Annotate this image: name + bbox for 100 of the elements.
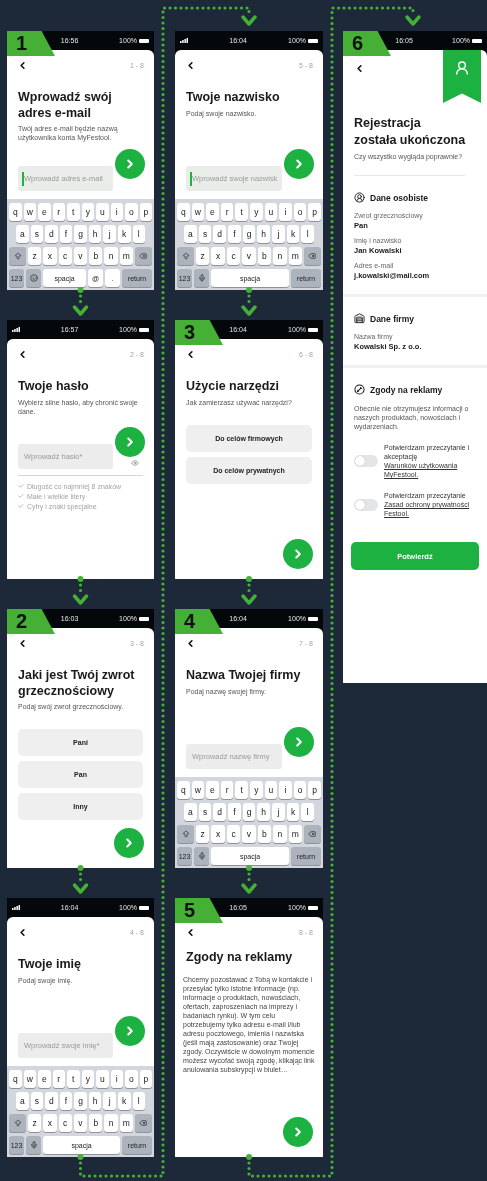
keyboard-key[interactable]: v	[242, 825, 256, 843]
keyboard-key[interactable]: m	[119, 247, 133, 265]
keyboard-key[interactable]: x	[43, 247, 57, 265]
keyboard-key[interactable]: f	[59, 1092, 73, 1110]
keyboard-key[interactable]: k	[286, 225, 300, 243]
next-button[interactable]	[284, 727, 314, 757]
keyboard-key[interactable]: v	[242, 247, 256, 265]
keyboard-key[interactable]: r	[52, 203, 65, 221]
microphone-key[interactable]	[194, 269, 209, 287]
shift-key[interactable]	[177, 825, 194, 843]
keyboard-key[interactable]: d	[45, 225, 58, 243]
keyboard-key[interactable]: l	[132, 1092, 146, 1110]
keyboard-key[interactable]: k	[117, 225, 131, 243]
keyboard-key[interactable]: f	[59, 225, 73, 243]
backspace-key[interactable]	[303, 825, 321, 843]
keyboard-key[interactable]: u	[264, 781, 278, 799]
keyboard-key[interactable]: r	[52, 1070, 65, 1088]
keyboard-key[interactable]: s	[198, 225, 212, 243]
shift-key[interactable]	[9, 1114, 26, 1132]
keyboard-key[interactable]: p	[139, 1070, 152, 1088]
keyboard-key[interactable]: t	[235, 203, 248, 221]
backspace-key[interactable]	[134, 1114, 152, 1132]
keyboard-key[interactable]: c	[58, 1114, 72, 1132]
keyboard-key[interactable]: h	[257, 803, 271, 821]
keyboard-key[interactable]: b	[257, 247, 272, 265]
back-icon[interactable]	[17, 927, 28, 938]
emoji-key[interactable]	[26, 269, 41, 287]
keyboard-key[interactable]: k	[286, 803, 300, 821]
keyboard-key[interactable]: g	[74, 1092, 87, 1110]
keyboard-key[interactable]: w	[23, 1070, 36, 1088]
keyboard-key[interactable]: n	[273, 825, 287, 843]
keyboard-key[interactable]: s	[30, 225, 44, 243]
keyboard-key[interactable]: h	[88, 225, 102, 243]
backspace-key[interactable]	[303, 247, 321, 265]
keyboard-key[interactable]: c	[226, 825, 241, 843]
keyboard-key[interactable]: e	[38, 1070, 51, 1088]
keyboard-key[interactable]: y	[81, 1070, 94, 1088]
keyboard-key[interactable]: o	[125, 203, 138, 221]
shift-key[interactable]	[9, 247, 26, 265]
keyboard-key[interactable]: i	[110, 203, 123, 221]
microphone-key[interactable]	[194, 847, 209, 865]
keyboard-key[interactable]: x	[43, 1114, 57, 1132]
back-icon[interactable]	[354, 63, 365, 74]
keyboard-key[interactable]: d	[213, 225, 226, 243]
keyboard-key[interactable]: z	[28, 1114, 42, 1132]
keyboard-key[interactable]: l	[301, 225, 315, 243]
eye-icon[interactable]	[131, 458, 139, 467]
keyboard-key[interactable]: y	[249, 781, 263, 799]
next-button[interactable]	[115, 149, 145, 179]
keyboard-key[interactable]: h	[257, 225, 271, 243]
keyboard-key[interactable]: j	[272, 225, 285, 243]
keyboard-key[interactable]: g	[74, 225, 87, 243]
keyboard-key[interactable]: z	[196, 247, 210, 265]
keyboard-key[interactable]: a	[16, 1092, 29, 1110]
keyboard-key[interactable]: i	[110, 1070, 123, 1088]
keyboard-key[interactable]: z	[28, 247, 42, 265]
keyboard-key[interactable]: t	[235, 781, 248, 799]
keyboard-key[interactable]: p	[308, 781, 321, 799]
keyboard-key[interactable]: d	[45, 1092, 58, 1110]
keyboard-key[interactable]: f	[228, 225, 241, 243]
keyboard-key[interactable]: k	[117, 1092, 131, 1110]
keyboard-key[interactable]: d	[213, 803, 226, 821]
keyboard-key[interactable]: i	[279, 203, 292, 221]
next-button[interactable]	[284, 149, 314, 179]
keyboard-key[interactable]: e	[206, 203, 219, 221]
keyboard-key[interactable]: i	[279, 781, 292, 799]
keyboard-key[interactable]: j	[272, 803, 285, 821]
keyboard-key[interactable]: o	[293, 781, 307, 799]
microphone-key[interactable]	[26, 1136, 41, 1154]
keyboard-key[interactable]: x	[211, 247, 225, 265]
shift-key[interactable]	[177, 247, 194, 265]
keyboard-key[interactable]: c	[226, 247, 241, 265]
keyboard-key[interactable]: m	[288, 247, 302, 265]
back-icon[interactable]	[185, 927, 196, 938]
keyboard-key[interactable]: w	[23, 203, 36, 221]
back-icon[interactable]	[17, 60, 28, 71]
keyboard-key[interactable]: a	[184, 225, 197, 243]
keyboard-key[interactable]: a	[16, 225, 29, 243]
keyboard-key[interactable]: x	[211, 825, 225, 843]
keyboard-key[interactable]: q	[177, 781, 190, 799]
keyboard-key[interactable]: j	[103, 1092, 116, 1110]
next-button[interactable]	[283, 1117, 313, 1147]
next-button[interactable]	[115, 426, 145, 457]
keyboard-key[interactable]: l	[132, 225, 146, 243]
keyboard-key[interactable]: p	[308, 203, 321, 221]
keyboard-key[interactable]: u	[264, 203, 278, 221]
keyboard-key[interactable]: t	[67, 203, 80, 221]
next-button[interactable]	[114, 828, 144, 858]
keyboard-key[interactable]: s	[198, 803, 212, 821]
keyboard-key[interactable]: r	[220, 781, 234, 799]
keyboard-key[interactable]: s	[30, 1092, 44, 1110]
keyboard-key[interactable]: v	[73, 247, 88, 265]
keyboard-key[interactable]: g	[242, 803, 256, 821]
keyboard-key[interactable]: y	[249, 203, 263, 221]
keyboard-key[interactable]: b	[89, 1114, 103, 1132]
keyboard-key[interactable]: e	[38, 203, 51, 221]
keyboard-key[interactable]: e	[206, 781, 219, 799]
keyboard-key[interactable]: p	[139, 203, 152, 221]
keyboard-key[interactable]: m	[288, 825, 302, 843]
keyboard-key[interactable]: o	[293, 203, 307, 221]
